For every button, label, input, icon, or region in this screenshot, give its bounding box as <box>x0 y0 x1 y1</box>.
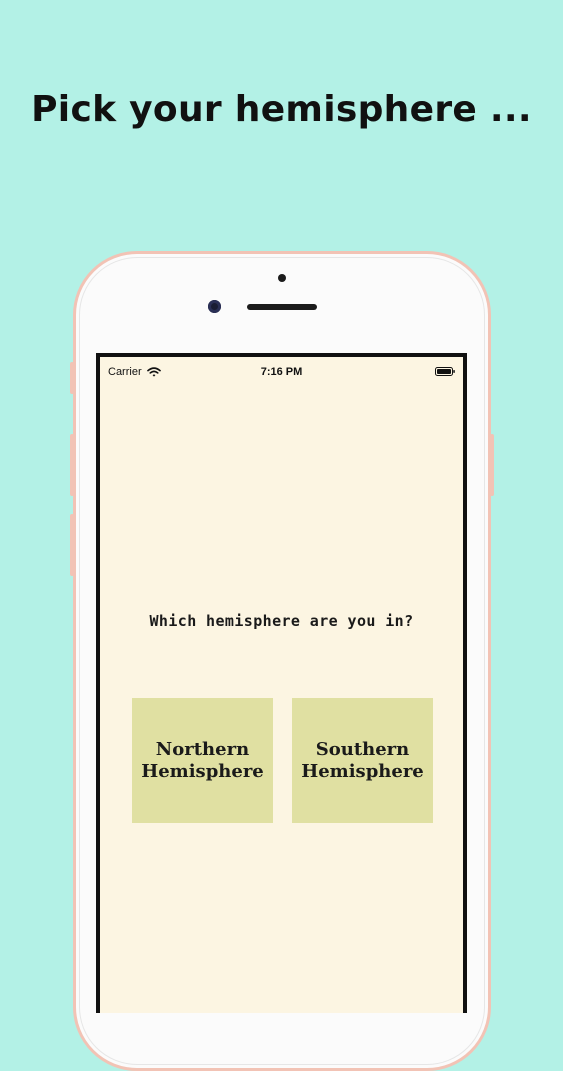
southern-hemisphere-label: Southern Hemisphere <box>301 738 424 782</box>
power-button <box>490 434 494 496</box>
mute-switch <box>70 362 74 394</box>
battery-icon <box>435 367 455 376</box>
proximity-sensor <box>278 274 286 282</box>
front-camera <box>208 300 221 313</box>
southern-hemisphere-button[interactable]: Southern Hemisphere <box>292 698 433 823</box>
hemisphere-question: Which hemisphere are you in? <box>149 612 414 630</box>
page-headline: Pick your hemisphere ... <box>31 89 532 130</box>
status-time: 7:16 PM <box>260 366 303 378</box>
phone-screen: Carrier 7:16 PM Which hemisphere are you… <box>96 353 467 1013</box>
earpiece-speaker <box>247 304 317 310</box>
status-bar: Carrier 7:16 PM <box>100 357 463 385</box>
northern-hemisphere-button[interactable]: Northern Hemisphere <box>132 698 273 823</box>
volume-up-button <box>70 434 74 496</box>
volume-down-button <box>70 514 74 576</box>
northern-hemisphere-label: Northern Hemisphere <box>141 738 264 782</box>
